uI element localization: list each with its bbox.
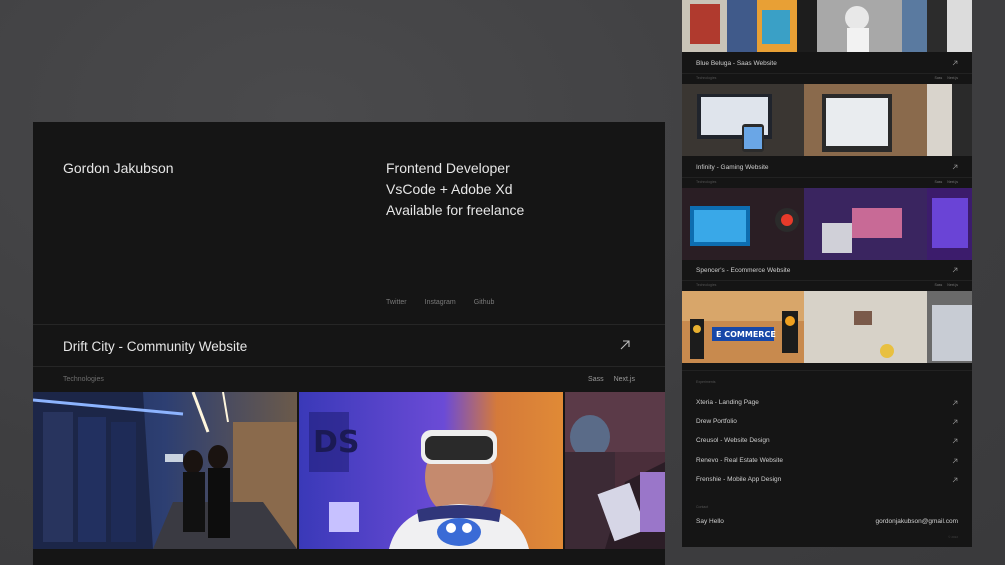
technology-tags: Sass Next.js: [935, 180, 958, 184]
github-link[interactable]: Github: [474, 299, 495, 306]
external-arrow-icon[interactable]: [952, 477, 958, 483]
technologies-label: Technologies: [696, 76, 717, 80]
external-arrow-icon[interactable]: [952, 419, 958, 425]
technologies-label: Technologies: [63, 376, 104, 383]
project-title[interactable]: Infinity - Gaming Website: [696, 164, 769, 171]
tech-tag: Sass: [934, 283, 943, 287]
divider: [33, 366, 665, 367]
external-arrow-icon[interactable]: [952, 400, 958, 406]
tech-tag: Next.js: [947, 76, 958, 80]
ecommerce-sign-text: E COMMERCE: [716, 330, 776, 339]
technology-tags: Sass Next.js: [935, 283, 958, 287]
author-roles: Frontend Developer VsCode + Adobe Xd Ava…: [386, 158, 524, 221]
svg-text:DS: DS: [313, 425, 360, 460]
technologies-label: Technologies: [696, 180, 717, 184]
project-title[interactable]: Spencer's - Ecommerce Website: [696, 267, 790, 274]
featured-project-title[interactable]: Drift City - Community Website: [63, 339, 247, 354]
social-links: Twitter Instagram Github: [386, 299, 494, 306]
role-line: VsCode + Adobe Xd: [386, 181, 513, 197]
portfolio-preview-sidebar: Blue Beluga - Saas Website Technologies …: [682, 0, 972, 547]
vr-headset-photo: DS: [299, 392, 563, 549]
technologies-label: Technologies: [696, 283, 717, 287]
list-item[interactable]: Xteria - Landing Page: [696, 399, 958, 411]
list-item-label: Frenshie - Mobile App Design: [696, 476, 782, 483]
external-arrow-icon[interactable]: [952, 60, 958, 66]
list-item[interactable]: Creusol - Website Design: [696, 437, 958, 449]
external-arrow-icon[interactable]: [618, 338, 632, 352]
list-item-label: Xteria - Landing Page: [696, 399, 759, 406]
project-gallery: DS: [33, 392, 665, 549]
tech-tag: Next.js: [947, 283, 958, 287]
tech-tag: Sass: [588, 376, 604, 383]
role-line: Frontend Developer: [386, 160, 510, 176]
external-arrow-icon[interactable]: [952, 438, 958, 444]
instagram-link[interactable]: Instagram: [425, 299, 456, 306]
email-link[interactable]: gordonjakubson@gmail.com: [876, 518, 958, 525]
technology-tags: Sass Next.js: [588, 376, 635, 383]
tech-tag: Next.js: [613, 376, 635, 383]
laptop-cafe-photo: [565, 392, 665, 549]
list-item[interactable]: Drew Portfolio: [696, 418, 958, 430]
list-item-label: Creusol - Website Design: [696, 437, 770, 444]
external-arrow-icon[interactable]: [952, 458, 958, 464]
list-item[interactable]: Renevo - Real Estate Website: [696, 457, 958, 469]
ecommerce-sign-image: E COMMERCE: [682, 291, 972, 363]
role-line: Available for freelance: [386, 202, 525, 218]
divider: [682, 73, 972, 74]
contact-label: Contact: [696, 505, 709, 509]
blue-beluga-image: [682, 0, 972, 52]
project-title[interactable]: Blue Beluga - Saas Website: [696, 60, 777, 67]
spencers-image: [682, 188, 972, 260]
divider: [682, 370, 972, 371]
author-name: Gordon Jakubson: [63, 160, 174, 176]
divider: [33, 324, 665, 325]
divider: [682, 177, 972, 178]
infinity-image: [682, 84, 972, 156]
list-item[interactable]: Frenshie - Mobile App Design: [696, 476, 958, 488]
server-room-photo: [33, 392, 297, 549]
external-arrow-icon[interactable]: [952, 267, 958, 273]
tech-tag: Sass: [934, 180, 943, 184]
tech-tag: Sass: [934, 76, 943, 80]
tech-tag: Next.js: [947, 180, 958, 184]
say-hello-text: Say Hello: [696, 518, 724, 525]
twitter-link[interactable]: Twitter: [386, 299, 407, 306]
portfolio-preview-main: Gordon Jakubson Frontend Developer VsCod…: [33, 122, 665, 565]
copyright: © 2022: [948, 535, 958, 539]
list-item-label: Renevo - Real Estate Website: [696, 457, 783, 464]
divider: [682, 280, 972, 281]
list-item-label: Drew Portfolio: [696, 418, 737, 425]
experiments-label: Experiments: [696, 380, 716, 384]
external-arrow-icon[interactable]: [952, 164, 958, 170]
technology-tags: Sass Next.js: [935, 76, 958, 80]
